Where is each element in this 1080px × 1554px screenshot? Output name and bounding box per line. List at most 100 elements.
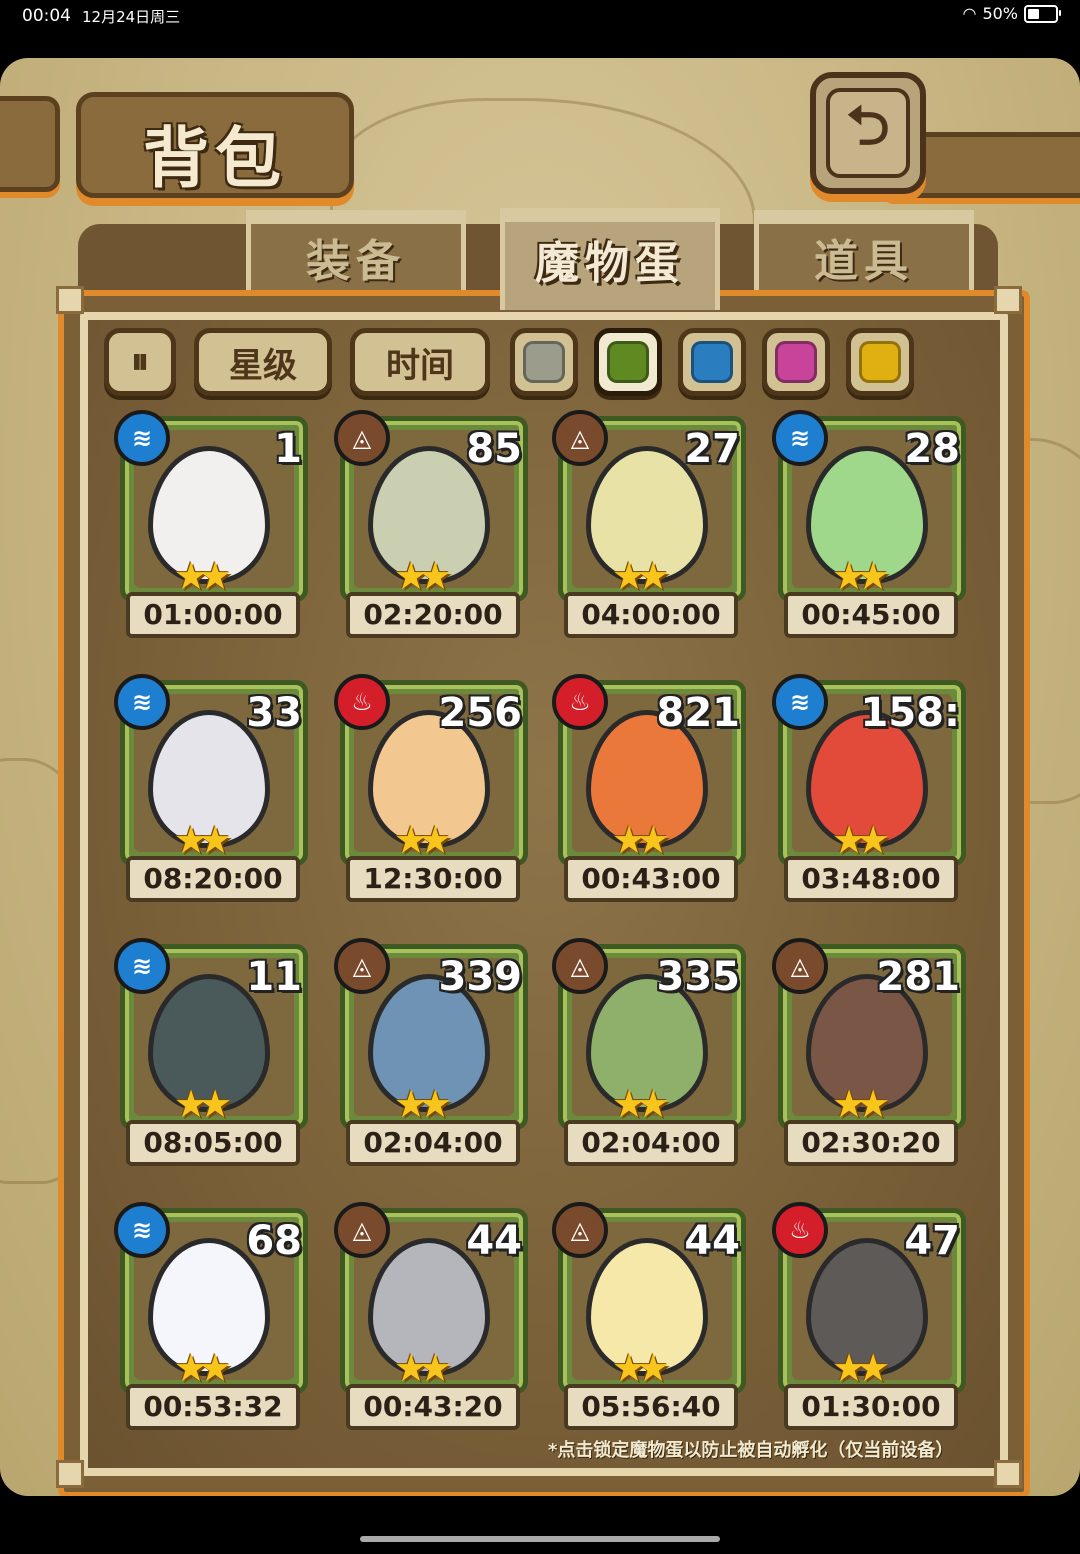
egg-card[interactable]: ◬ 27 ★★ 04:00:00 xyxy=(552,410,746,638)
egg-count: 47 xyxy=(904,1218,960,1264)
home-indicator[interactable] xyxy=(360,1536,720,1542)
water-element-icon: ≋ xyxy=(772,410,828,466)
left-banner-stub xyxy=(0,96,60,192)
hatch-timer: 01:30:00 xyxy=(784,1384,958,1430)
status-right: ◠ 50% xyxy=(962,4,1061,23)
hatch-timer: 01:00:00 xyxy=(126,592,300,638)
panel-corner xyxy=(56,286,84,314)
egg-card[interactable]: ◬ 85 ★★ 02:20:00 xyxy=(334,410,528,638)
fire-element-icon: ♨ xyxy=(772,1202,828,1258)
egg-count: 339 xyxy=(438,954,523,1000)
panel-corner xyxy=(994,1460,1022,1488)
tab-monster-eggs[interactable]: 魔物蛋 xyxy=(500,208,720,310)
egg-card[interactable]: ♨ 821 ★★ 00:43:00 xyxy=(552,674,746,902)
hatch-timer: 02:04:00 xyxy=(346,1120,520,1166)
egg-card[interactable]: ◬ 44 ★★ 00:43:20 xyxy=(334,1202,528,1430)
egg-card[interactable]: ≋ 28 ★★ 00:45:00 xyxy=(772,410,966,638)
hatch-timer: 03:48:00 xyxy=(784,856,958,902)
status-date: 12月24日周三 xyxy=(82,8,181,26)
sort-by-star-button[interactable]: 星级 xyxy=(194,328,332,396)
game-screen: 背包 ⮌ 装备 魔物蛋 道具 ⏸︎ 星级 时间 ≋ 1 ★★ 01:00:00 ◬ 85 ★… xyxy=(0,58,1080,1496)
earth-element-icon: ◬ xyxy=(772,938,828,994)
hatch-timer: 00:43:00 xyxy=(564,856,738,902)
water-element-icon: ≋ xyxy=(114,1202,170,1258)
hatch-timer: 02:30:20 xyxy=(784,1120,958,1166)
egg-count: 44 xyxy=(466,1218,522,1264)
hatch-timer: 05:56:40 xyxy=(564,1384,738,1430)
egg-card[interactable]: ≋ 1 ★★ 01:00:00 xyxy=(114,410,308,638)
earth-element-icon: ◬ xyxy=(334,1202,390,1258)
hatch-timer: 00:43:20 xyxy=(346,1384,520,1430)
earth-element-icon: ◬ xyxy=(334,938,390,994)
egg-card[interactable]: ≋ 158: ★★ 03:48:00 xyxy=(772,674,966,902)
fire-element-icon: ♨ xyxy=(552,674,608,730)
status-time: 00:04 xyxy=(22,6,71,26)
earth-element-icon: ◬ xyxy=(552,1202,608,1258)
water-element-icon: ≋ xyxy=(114,938,170,994)
egg-count: 158: xyxy=(860,690,961,736)
back-button[interactable]: ⮌ xyxy=(810,72,926,194)
battery-icon xyxy=(1024,4,1061,23)
status-bar: 00:04 12月24日周三 ◠ 50% xyxy=(0,0,1080,36)
water-element-icon: ≋ xyxy=(114,410,170,466)
hatch-timer: 08:20:00 xyxy=(126,856,300,902)
color-filter-blue[interactable] xyxy=(678,328,746,396)
hatch-timer: 02:20:00 xyxy=(346,592,520,638)
color-chip xyxy=(523,341,565,383)
earth-element-icon: ◬ xyxy=(552,410,608,466)
tab-label: 道具 xyxy=(814,236,914,287)
egg-card[interactable]: ♨ 256 ★★ 12:30:00 xyxy=(334,674,528,902)
battery-percent: 50% xyxy=(982,4,1018,23)
color-chip xyxy=(859,341,901,383)
sort-toggle-icon: ⏸︎ xyxy=(131,341,149,382)
color-chip xyxy=(775,341,817,383)
back-arrow-icon: ⮌ xyxy=(826,88,910,178)
egg-card[interactable]: ◬ 44 ★★ 05:56:40 xyxy=(552,1202,746,1430)
color-chip xyxy=(691,341,733,383)
egg-card[interactable]: ◬ 335 ★★ 02:04:00 xyxy=(552,938,746,1166)
time-sort-label: 时间 xyxy=(386,345,454,386)
egg-count: 68 xyxy=(246,1218,302,1264)
egg-card[interactable]: ≋ 68 ★★ 00:53:32 xyxy=(114,1202,308,1430)
egg-count: 85 xyxy=(466,426,522,472)
earth-element-icon: ◬ xyxy=(552,938,608,994)
star-sort-label: 星级 xyxy=(229,345,297,386)
wifi-icon: ◠ xyxy=(962,4,977,23)
egg-count: 1 xyxy=(274,426,302,472)
hatch-timer: 02:04:00 xyxy=(564,1120,738,1166)
egg-card[interactable]: ≋ 33 ★★ 08:20:00 xyxy=(114,674,308,902)
egg-count: 44 xyxy=(684,1218,740,1264)
sort-order-button[interactable]: ⏸︎ xyxy=(104,328,176,396)
egg-card[interactable]: ◬ 339 ★★ 02:04:00 xyxy=(334,938,528,1166)
water-element-icon: ≋ xyxy=(772,674,828,730)
egg-count: 335 xyxy=(656,954,741,1000)
color-filter-green[interactable] xyxy=(594,328,662,396)
tab-label: 魔物蛋 xyxy=(535,238,685,289)
egg-count: 27 xyxy=(684,426,740,472)
lock-hint-note: *点击锁定魔物蛋以防止被自动孵化（仅当前设备） xyxy=(548,1440,954,1461)
earth-element-icon: ◬ xyxy=(334,410,390,466)
color-filter-gray[interactable] xyxy=(510,328,578,396)
egg-card[interactable]: ≋ 11 ★★ 08:05:00 xyxy=(114,938,308,1166)
sort-by-time-button[interactable]: 时间 xyxy=(350,328,490,396)
egg-card[interactable]: ◬ 281 ★★ 02:30:20 xyxy=(772,938,966,1166)
panel-corner xyxy=(994,286,1022,314)
hatch-timer: 12:30:00 xyxy=(346,856,520,902)
egg-count: 11 xyxy=(246,954,302,1000)
hatch-timer: 04:00:00 xyxy=(564,592,738,638)
egg-count: 33 xyxy=(246,690,302,736)
color-filter-pink[interactable] xyxy=(762,328,830,396)
egg-count: 821 xyxy=(656,690,741,736)
color-filter-yellow[interactable] xyxy=(846,328,914,396)
title-plate: 背包 xyxy=(76,92,354,198)
color-chip xyxy=(607,341,649,383)
page-title: 背包 xyxy=(143,120,287,197)
panel-corner xyxy=(56,1460,84,1488)
tab-label: 装备 xyxy=(306,236,406,287)
water-element-icon: ≋ xyxy=(114,674,170,730)
egg-count: 256 xyxy=(438,690,523,736)
egg-card[interactable]: ♨ 47 ★★ 01:30:00 xyxy=(772,1202,966,1430)
egg-count: 28 xyxy=(904,426,960,472)
egg-count: 281 xyxy=(876,954,961,1000)
hatch-timer: 08:05:00 xyxy=(126,1120,300,1166)
